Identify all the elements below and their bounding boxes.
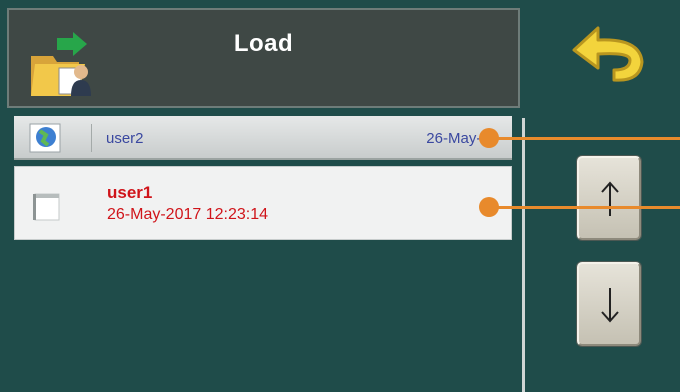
arrow-up-icon xyxy=(601,181,619,216)
back-button[interactable] xyxy=(568,22,650,84)
file-date: 26-May-2017 12:23:14 xyxy=(107,206,268,223)
scroll-up-button[interactable] xyxy=(577,156,641,240)
callout-dot-2 xyxy=(479,197,499,217)
list-item-selected[interactable]: user1 26-May-2017 12:23:14 xyxy=(14,166,512,240)
panel-divider xyxy=(522,118,525,392)
scroll-down-button[interactable] xyxy=(577,262,641,346)
column-separator xyxy=(91,124,92,152)
globe-file-icon xyxy=(29,123,61,153)
file-icon xyxy=(33,193,60,221)
file-name: user2 xyxy=(106,130,144,147)
callout-line-2 xyxy=(490,206,680,209)
callout-line-1 xyxy=(490,137,680,140)
arrow-down-icon xyxy=(601,288,619,323)
load-screen: Load user2 26-May-20 user1 26-May-2017 1… xyxy=(0,0,680,392)
list-item[interactable]: user2 26-May-20 xyxy=(14,116,512,160)
back-arrow-icon xyxy=(572,26,644,82)
callout-dot-1 xyxy=(479,128,499,148)
header-bar: Load xyxy=(7,8,520,108)
file-name: user1 xyxy=(107,183,153,202)
page-title: Load xyxy=(233,30,294,57)
